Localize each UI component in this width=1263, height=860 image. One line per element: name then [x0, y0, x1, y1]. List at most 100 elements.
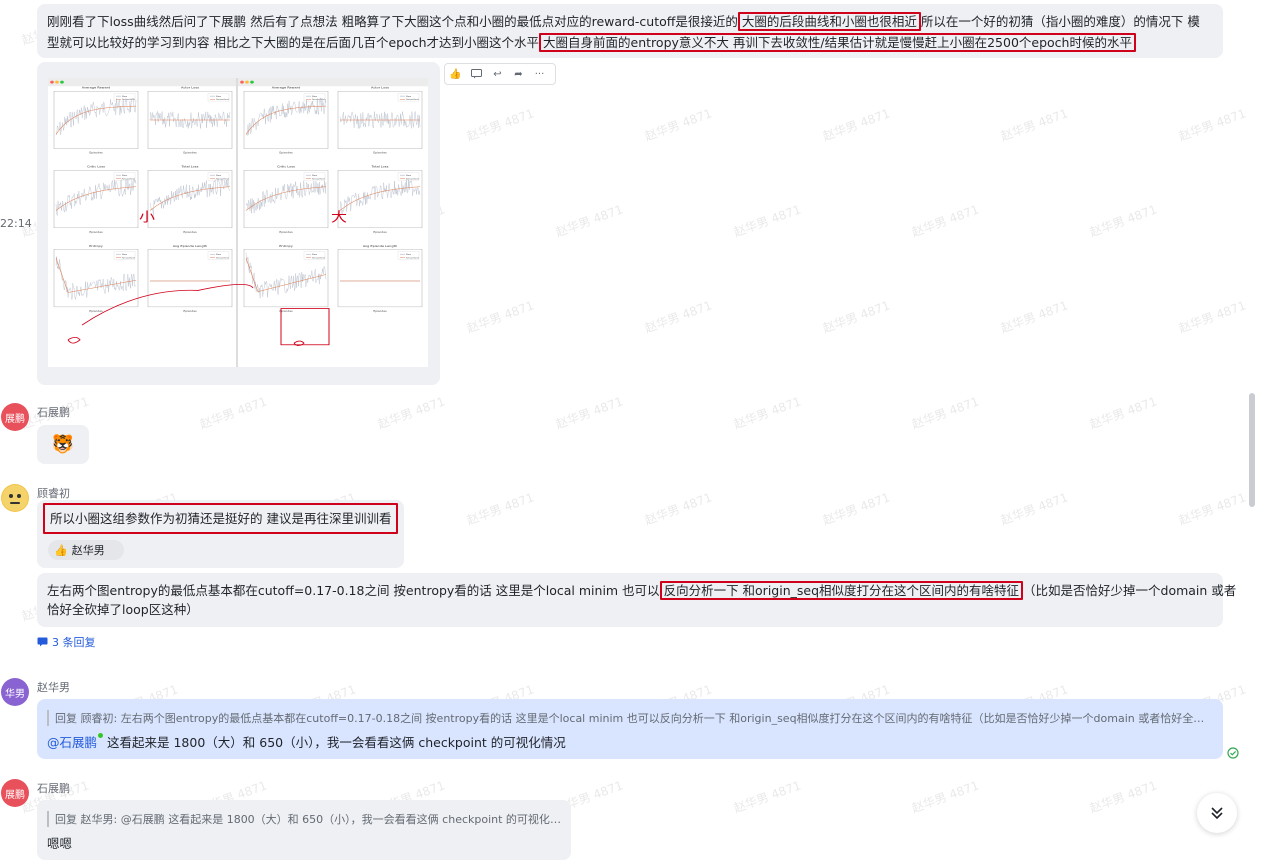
plot-title: Avg Episode Length	[173, 244, 207, 248]
reaction-user: 赵华男	[71, 544, 105, 557]
legend-smoothed: Smoothed	[312, 257, 325, 260]
message-text: 嗯嗯	[47, 836, 73, 851]
x-axis-label: Episodes	[183, 309, 197, 313]
legend-raw: Raw	[406, 174, 411, 177]
plot-panel: Total LossEpisodesRawSmoothed	[337, 165, 423, 234]
legend-raw: Raw	[312, 253, 317, 256]
plot-title: Entropy	[279, 244, 293, 248]
training-plots-screenshot[interactable]: Average RewardEpisodesRawSmoothedActor L…	[48, 78, 428, 367]
legend-smoothed: Smoothed	[406, 98, 419, 101]
legend-smoothed: Smoothed	[216, 257, 229, 260]
forward-reply-icon[interactable]: ↩	[487, 64, 508, 84]
message-text: 刚刚看了下loss曲线然后问了下展鹏 然后有了点想法 粗略算了下大圈这个点和小圈…	[47, 14, 738, 29]
plot-panel: Total LossEpisodesRawSmoothed	[147, 165, 233, 234]
message-line: @石展鹏 这看起来是 1800（大）和 650（小），我一会看看这俩 check…	[47, 733, 566, 752]
quoted-reply[interactable]: 回复 赵华男: @石展鹏 这看起来是 1800（大）和 650（小），我一会看看…	[47, 811, 570, 827]
message-text: 这看起来是 1800（大）和 650（小），我一会看看这俩 checkpoint…	[103, 735, 566, 750]
plot-panel: Average Reward Episodes RawSmoothed	[243, 86, 329, 155]
plot-title: Average Reward	[272, 86, 300, 90]
sender-name[interactable]: 赵华男	[37, 679, 70, 695]
sticker-message[interactable]: 🐯	[37, 425, 89, 464]
legend-raw: Raw	[312, 174, 317, 177]
plot-title: Actor Loss	[181, 86, 199, 90]
legend-raw: Raw	[312, 95, 317, 98]
reply-message-bubble[interactable]: 回复 顾睿初: 左右两个图entropy的最低点基本都在cutoff=0.17-…	[37, 699, 1223, 759]
annotation-big: 大	[331, 210, 347, 225]
watermark-text: 赵华男 4871	[998, 490, 1070, 528]
x-axis-label: Episodes	[89, 309, 103, 313]
message-bubble[interactable]: 刚刚看了下loss曲线然后问了下展鹏 然后有了点想法 粗略算了下大圈这个点和小圈…	[37, 4, 1223, 58]
message-line: 左右两个图entropy的最低点基本都在cutoff=0.17-0.18之间 按…	[47, 581, 1236, 600]
legend-smoothed: Smoothed	[406, 177, 419, 180]
message-line: 所以小圈这组参数作为初猜还是挺好的 建议是再往深里训训看	[43, 503, 399, 534]
watermark-text: 赵华男 4871	[731, 394, 803, 432]
image-message[interactable]: Average Reward Episodes Raw Smoothed Actor L…	[37, 62, 440, 385]
message-text: 所以在一个好的初猜（指小圈的难度）的情况下 模	[920, 14, 1200, 29]
watermark-text: 赵华男 4871	[642, 106, 714, 144]
plot-panel: Avg Episode Length Episodes RawSmoothed	[147, 244, 233, 313]
watermark-text: 赵华男 4871	[731, 778, 803, 816]
plot-title: Entropy	[89, 244, 103, 248]
thread-replies-link[interactable]: 3 条回复	[37, 634, 96, 650]
avatar[interactable]	[1, 484, 29, 512]
legend-smoothed: Smoothed	[122, 257, 135, 260]
x-axis-label: Episodes	[89, 151, 103, 155]
annotation-small: 小	[139, 210, 155, 225]
reply-count: 3 条回复	[52, 636, 96, 649]
legend-raw: Raw	[216, 95, 221, 98]
sender-name[interactable]: 石展鹏	[37, 404, 70, 420]
thumbs-up-icon: 👍	[54, 543, 68, 557]
mention-link[interactable]: @石展鹏	[47, 735, 97, 750]
share-icon[interactable]: ➦	[508, 64, 529, 84]
reaction-chip[interactable]: 👍 赵华男	[48, 540, 124, 560]
legend-smoothed: Smoothed	[406, 257, 419, 260]
plot-title: Average Reward	[82, 86, 110, 90]
scrollbar-thumb[interactable]	[1249, 393, 1255, 507]
legend-raw: Raw	[216, 253, 221, 256]
message-text: （比如是否恰好少掉一个domain 或者	[1023, 583, 1237, 598]
highlighted-text: 大圈的后段曲线和小圈也很相近	[737, 12, 921, 31]
watermark-text: 赵华男 4871	[553, 394, 625, 432]
comment-icon[interactable]	[466, 64, 487, 84]
avatar[interactable]: 展鹏	[1, 403, 29, 431]
plot-title: Critic Loss	[87, 165, 105, 169]
plot-panel: Critic Loss Episodes RawSmoothed	[243, 165, 329, 234]
x-axis-label: Episodes	[183, 151, 197, 155]
message-text: 恰好全砍掉了loop区这种）	[47, 602, 199, 617]
watermark-text: 赵华男 4871	[197, 394, 269, 432]
plot-title: Avg Episode Length	[363, 244, 397, 248]
x-axis-label: Episodes	[373, 151, 387, 155]
watermark-text: 赵华男 4871	[1176, 490, 1248, 528]
watermark-text: 赵华男 4871	[1176, 106, 1248, 144]
message-line: 型就可以比较好的学习到内容 相比之下大圈的是在后面几百个epoch才达到小圈这个…	[47, 33, 1136, 52]
quoted-reply[interactable]: 回复 顾睿初: 左右两个图entropy的最低点基本都在cutoff=0.17-…	[47, 710, 1215, 726]
watermark-text: 赵华男 4871	[1176, 298, 1248, 336]
sender-name[interactable]: 石展鹏	[37, 780, 70, 796]
message-bubble[interactable]: 左右两个图entropy的最低点基本都在cutoff=0.17-0.18之间 按…	[37, 573, 1236, 627]
x-axis-label: Episodes	[373, 309, 387, 313]
plot-panel: EntropyEpisodesRawSmoothed	[243, 244, 329, 313]
scroll-to-bottom-button[interactable]	[1197, 793, 1237, 833]
watermark-text: 赵华男 4871	[1087, 202, 1159, 240]
watermark-text: 赵华男 4871	[1087, 778, 1159, 816]
x-axis-label: Episodes	[373, 230, 387, 234]
plot-title: Critic Loss	[277, 165, 295, 169]
more-icon[interactable]: ···	[529, 64, 550, 84]
avatar[interactable]: 展鹏	[1, 779, 29, 807]
legend-raw: Raw	[122, 95, 127, 98]
watermark-text: 赵华男 4871	[553, 202, 625, 240]
message-action-toolbar: 👍 ↩ ➦ ···	[444, 63, 556, 85]
reply-message-bubble[interactable]: 回复 赵华男: @石展鹏 这看起来是 1800（大）和 650（小），我一会看看…	[37, 800, 571, 860]
watermark-text: 赵华男 4871	[464, 298, 536, 336]
read-status-icon	[1227, 747, 1239, 759]
legend-raw: Raw	[406, 253, 411, 256]
legend-raw: Raw	[122, 174, 127, 177]
plot-panel: Actor Loss Episodes RawSmoothed	[337, 86, 423, 155]
legend-smoothed: Smoothed	[216, 98, 229, 101]
plot-panel: Avg Episode Length Episodes RawSmoothed	[337, 244, 423, 313]
thumbs-up-icon[interactable]: 👍	[445, 64, 466, 84]
watermark-text: 赵华男 4871	[464, 106, 536, 144]
avatar[interactable]: 华男	[1, 678, 29, 706]
sender-name[interactable]: 顾睿初	[37, 485, 70, 501]
watermark-text: 赵华男 4871	[642, 298, 714, 336]
